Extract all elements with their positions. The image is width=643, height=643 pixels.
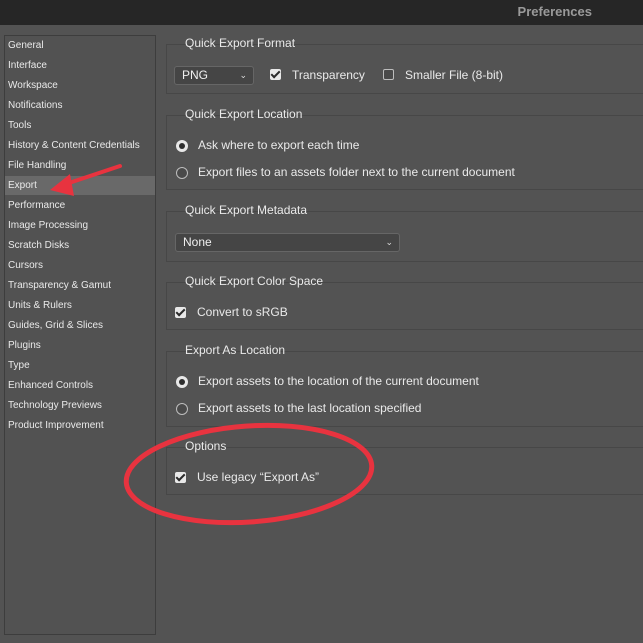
titlebar: Preferences (0, 0, 643, 25)
sidebar-item-export[interactable]: Export (5, 176, 155, 195)
quick-export-format-title: Quick Export Format (185, 36, 296, 50)
quick-export-location-title: Quick Export Location (185, 107, 303, 121)
sidebar-item-type[interactable]: Type (5, 356, 155, 375)
sidebar-item-plugins[interactable]: Plugins (5, 336, 155, 355)
transparency-label: Transparency (292, 68, 365, 82)
sidebar-item-enhanced-controls[interactable]: Enhanced Controls (5, 376, 155, 395)
chevron-down-icon: ⌄ (239, 70, 247, 80)
sidebar-item-history-content-credentials[interactable]: History & Content Credentials (5, 136, 155, 155)
current-document-label: Export assets to the location of the cur… (198, 374, 479, 388)
legacy-export-as-checkbox[interactable] (175, 472, 186, 483)
sidebar-item-guides-grid-slices[interactable]: Guides, Grid & Slices (5, 316, 155, 335)
sidebar-item-technology-previews[interactable]: Technology Previews (5, 396, 155, 415)
sidebar-item-general[interactable]: General (5, 36, 155, 55)
sidebar-item-file-handling[interactable]: File Handling (5, 156, 155, 175)
sidebar-item-product-improvement[interactable]: Product Improvement (5, 416, 155, 435)
options-title: Options (185, 439, 227, 453)
quick-export-metadata-title: Quick Export Metadata (185, 203, 308, 217)
legacy-export-as-label: Use legacy “Export As” (197, 470, 320, 484)
assets-folder-radio[interactable] (176, 167, 188, 179)
preferences-window: Preferences General Interface Workspace … (0, 0, 643, 643)
sidebar-item-units-rulers[interactable]: Units & Rulers (5, 296, 155, 315)
window-title: Preferences (517, 4, 592, 19)
sidebar-item-scratch-disks[interactable]: Scratch Disks (5, 236, 155, 255)
format-dropdown-value: PNG (182, 68, 209, 82)
sidebar-item-interface[interactable]: Interface (5, 56, 155, 75)
last-location-radio[interactable] (176, 403, 188, 415)
last-location-label: Export assets to the last location speci… (198, 401, 422, 415)
ask-where-label: Ask where to export each time (198, 138, 360, 152)
ask-where-radio[interactable] (176, 140, 188, 152)
transparency-checkbox[interactable] (270, 69, 281, 80)
preferences-sidebar: General Interface Workspace Notification… (4, 35, 156, 635)
format-dropdown[interactable]: PNG ⌄ (174, 66, 254, 85)
sidebar-item-cursors[interactable]: Cursors (5, 256, 155, 275)
chevron-down-icon: ⌄ (385, 237, 393, 247)
current-document-radio[interactable] (176, 376, 188, 388)
sidebar-item-notifications[interactable]: Notifications (5, 96, 155, 115)
quick-export-color-space-title: Quick Export Color Space (185, 274, 324, 288)
sidebar-item-performance[interactable]: Performance (5, 196, 155, 215)
smaller-file-label: Smaller File (8-bit) (405, 68, 504, 82)
assets-folder-label: Export files to an assets folder next to… (198, 165, 515, 179)
sidebar-item-tools[interactable]: Tools (5, 116, 155, 135)
smaller-file-checkbox[interactable] (383, 69, 394, 80)
metadata-dropdown[interactable]: None ⌄ (175, 233, 400, 252)
metadata-dropdown-value: None (183, 235, 212, 249)
export-as-location-title: Export As Location (185, 343, 286, 357)
sidebar-item-workspace[interactable]: Workspace (5, 76, 155, 95)
sidebar-item-image-processing[interactable]: Image Processing (5, 216, 155, 235)
sidebar-item-transparency-gamut[interactable]: Transparency & Gamut (5, 276, 155, 295)
export-as-location-panel: Export As Location (166, 343, 643, 427)
convert-srgb-label: Convert to sRGB (197, 305, 288, 319)
convert-srgb-checkbox[interactable] (175, 307, 186, 318)
